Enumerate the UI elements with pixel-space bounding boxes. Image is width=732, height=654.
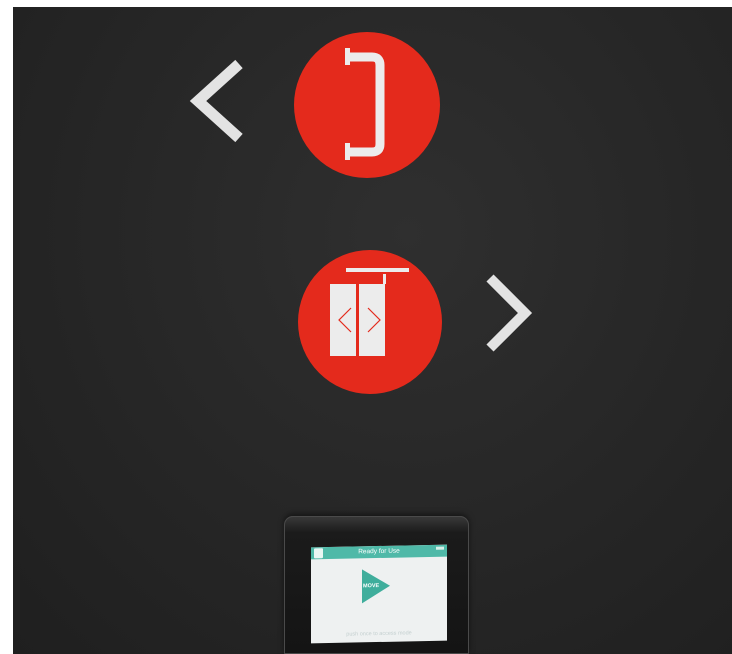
- chevron-left-icon: [189, 59, 243, 143]
- control-panel: Ready for Use MOVE push once to access m…: [284, 516, 469, 654]
- move-button-label: MOVE: [363, 582, 380, 590]
- screen-title: Ready for Use: [358, 547, 400, 556]
- status-bar: Ready for Use: [311, 544, 447, 560]
- chevron-right-icon: [486, 274, 533, 352]
- touch-screen[interactable]: Ready for Use MOVE push once to access m…: [311, 544, 447, 644]
- door-handle-sign: [294, 32, 440, 178]
- screen-hint: push once to access mode: [346, 630, 412, 638]
- sliding-door-sign: [298, 250, 442, 394]
- signal-icon: [436, 546, 444, 550]
